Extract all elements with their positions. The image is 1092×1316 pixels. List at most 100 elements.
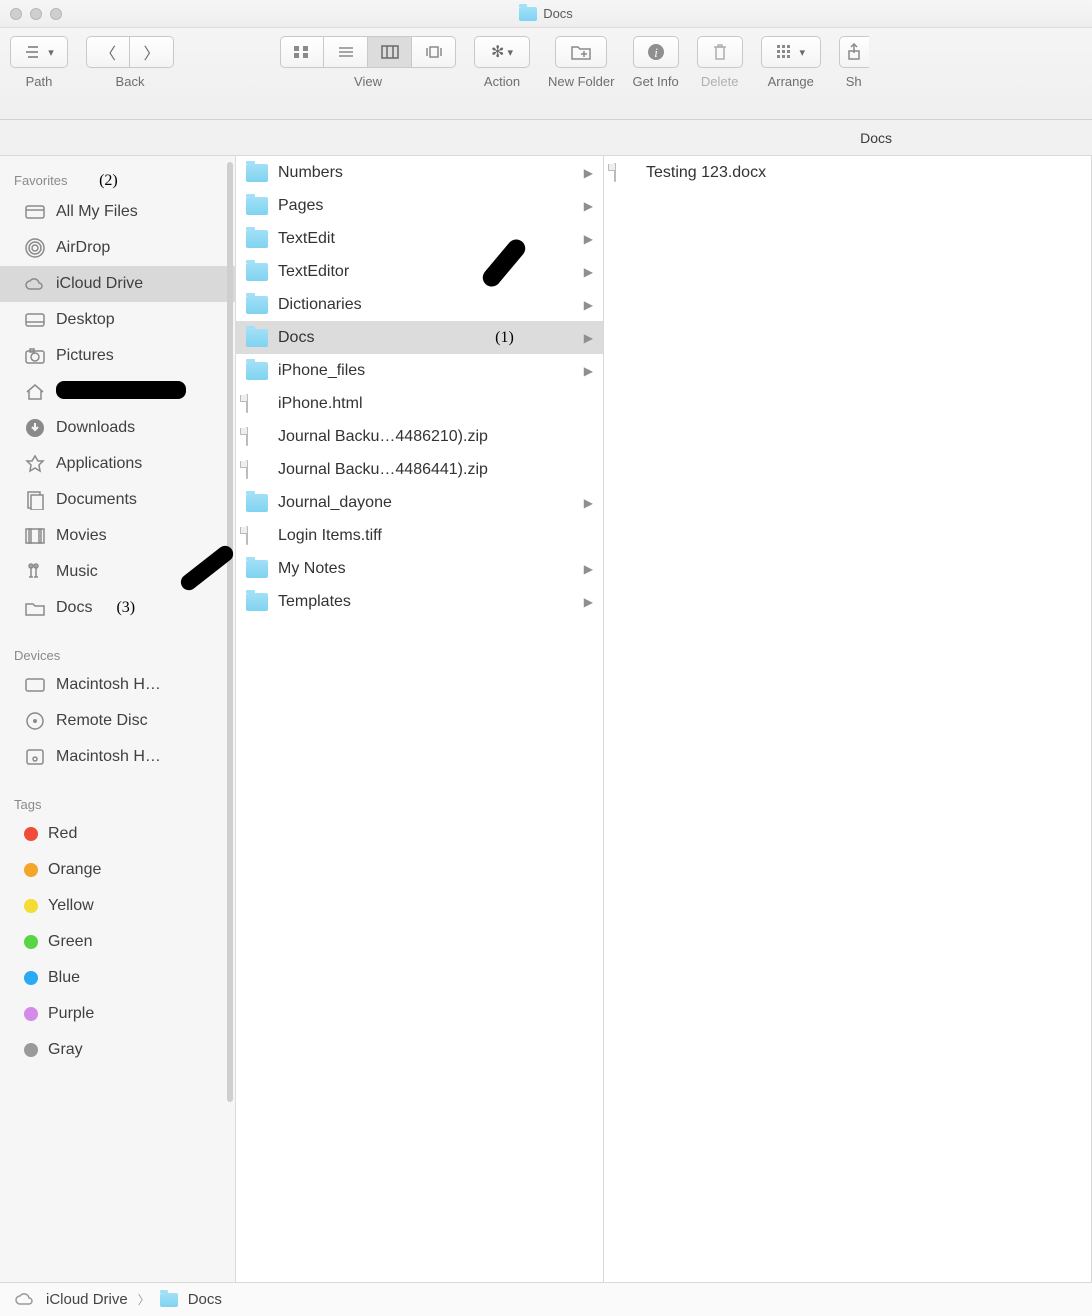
- sidebar-tag-gray[interactable]: Gray: [0, 1032, 235, 1068]
- file-item[interactable]: Journal_dayone▶: [236, 486, 603, 519]
- chevron-down-icon: ▾: [507, 46, 513, 59]
- sidebar-item-movies[interactable]: Movies: [0, 518, 235, 554]
- tag-dot-icon: [24, 971, 38, 985]
- view-list-button[interactable]: [324, 36, 368, 68]
- sidebar-item-label: All My Files: [56, 203, 138, 221]
- sidebar-tag-purple[interactable]: Purple: [0, 996, 235, 1032]
- file-item[interactable]: iPhone.html: [236, 387, 603, 420]
- arrange-button[interactable]: ▾: [761, 36, 821, 68]
- folder-icon: [246, 593, 268, 611]
- file-label: Testing 123.docx: [646, 164, 1081, 182]
- file-item[interactable]: My Notes▶: [236, 552, 603, 585]
- file-item[interactable]: Journal Backu…4486210).zip: [236, 420, 603, 453]
- minimize-window-button[interactable]: [30, 8, 42, 20]
- sidebar-item-label: AirDrop: [56, 239, 110, 257]
- sidebar-icon: [24, 453, 46, 475]
- scrollbar[interactable]: [227, 162, 233, 1102]
- toolbar-getinfo-group: i Get Info: [632, 36, 678, 89]
- file-label: Login Items.tiff: [278, 527, 593, 545]
- file-item[interactable]: iPhone_files▶: [236, 354, 603, 387]
- sidebar-device[interactable]: Macintosh H…: [0, 667, 235, 703]
- view-icons-button[interactable]: [280, 36, 324, 68]
- sidebar-item-label: Macintosh H…: [56, 676, 161, 694]
- file-item[interactable]: Login Items.tiff: [236, 519, 603, 552]
- delete-button[interactable]: [697, 36, 743, 68]
- share-icon: [846, 43, 862, 61]
- folder-icon: [246, 329, 268, 347]
- sidebar-section-tags: Tags: [0, 789, 235, 816]
- file-item[interactable]: TextEditor▶: [236, 255, 603, 288]
- get-info-button[interactable]: i: [633, 36, 679, 68]
- window-titlebar: Docs: [0, 0, 1092, 28]
- sidebar-item-label: Blue: [48, 969, 80, 987]
- forward-button[interactable]: 〉: [130, 36, 174, 68]
- zoom-window-button[interactable]: [50, 8, 62, 20]
- trash-icon: [711, 42, 729, 62]
- view-gallery-button[interactable]: [412, 36, 456, 68]
- toolbar-label: Get Info: [632, 74, 678, 89]
- sidebar-tag-red[interactable]: Red: [0, 816, 235, 852]
- sidebar-item-airdrop[interactable]: AirDrop: [0, 230, 235, 266]
- sidebar-item-label: iCloud Drive: [56, 275, 143, 293]
- sidebar-device[interactable]: Remote Disc: [0, 703, 235, 739]
- column-1: Numbers▶Pages▶TextEdit▶TextEditor▶Dictio…: [236, 156, 604, 1282]
- sidebar-tag-green[interactable]: Green: [0, 924, 235, 960]
- folder-icon: [246, 263, 268, 281]
- chevron-right-icon: 〉: [138, 1291, 150, 1308]
- file-item[interactable]: Templates▶: [236, 585, 603, 618]
- sidebar-device[interactable]: Macintosh H…: [0, 739, 235, 775]
- toolbar-arrange-group: ▾ Arrange: [761, 36, 821, 89]
- sidebar-item-icloud-drive[interactable]: iCloud Drive: [0, 266, 235, 302]
- sidebar-item-all-my-files[interactable]: All My Files: [0, 194, 235, 230]
- file-item[interactable]: Docs(1)▶: [236, 321, 603, 354]
- folder-icon: [246, 197, 268, 215]
- sidebar-icon: [24, 201, 46, 223]
- sidebar-item-label: Yellow: [48, 897, 94, 915]
- path-button[interactable]: ▾: [10, 36, 68, 68]
- arrange-icon: [776, 44, 796, 60]
- sidebar-tag-yellow[interactable]: Yellow: [0, 888, 235, 924]
- toolbar-label: Path: [26, 74, 53, 89]
- sidebar-item-downloads[interactable]: Downloads: [0, 410, 235, 446]
- sidebar-item-label: Remote Disc: [56, 712, 148, 730]
- sidebar-tag-blue[interactable]: Blue: [0, 960, 235, 996]
- sidebar-item-label: Orange: [48, 861, 101, 879]
- back-button[interactable]: 〈: [86, 36, 130, 68]
- sidebar-item-label: Music: [56, 563, 98, 581]
- file-label: Dictionaries: [278, 296, 574, 314]
- file-label: TextEdit: [278, 230, 574, 248]
- location-title: Docs: [860, 130, 892, 146]
- sidebar-icon: [24, 525, 46, 547]
- new-folder-button[interactable]: [555, 36, 607, 68]
- file-item[interactable]: Dictionaries▶: [236, 288, 603, 321]
- device-icon: [24, 746, 46, 768]
- sidebar-item-desktop[interactable]: Desktop: [0, 302, 235, 338]
- chevron-right-icon: ▶: [584, 496, 593, 510]
- sidebar-item-docs[interactable]: Docs(3): [0, 590, 235, 626]
- sidebar-item-documents[interactable]: Documents: [0, 482, 235, 518]
- document-icon: [614, 163, 616, 182]
- file-item[interactable]: Pages▶: [236, 189, 603, 222]
- file-label: Templates: [278, 593, 574, 611]
- sidebar-item-pictures[interactable]: Pictures: [0, 338, 235, 374]
- new-folder-icon: [569, 43, 593, 61]
- chevron-right-icon: ▶: [584, 364, 593, 378]
- path-segment[interactable]: Docs: [188, 1291, 222, 1308]
- action-button[interactable]: ✻ ▾: [474, 36, 530, 68]
- path-segment[interactable]: iCloud Drive: [46, 1291, 128, 1308]
- file-item[interactable]: Numbers▶: [236, 156, 603, 189]
- sidebar-item-applications[interactable]: Applications: [0, 446, 235, 482]
- view-columns-button[interactable]: [368, 36, 412, 68]
- file-item[interactable]: TextEdit▶: [236, 222, 603, 255]
- sidebar-tag-orange[interactable]: Orange: [0, 852, 235, 888]
- close-window-button[interactable]: [10, 8, 22, 20]
- sidebar-item-redacted[interactable]: [0, 374, 235, 410]
- toolbar-label: Sh: [846, 74, 862, 89]
- share-button[interactable]: [839, 36, 869, 68]
- sidebar-icon: [24, 561, 46, 583]
- file-item[interactable]: Testing 123.docx: [604, 156, 1091, 189]
- sidebar-item-label: Movies: [56, 527, 107, 545]
- file-item[interactable]: Journal Backu…4486441).zip: [236, 453, 603, 486]
- window-title: Docs: [0, 6, 1092, 21]
- window-controls: [10, 8, 62, 20]
